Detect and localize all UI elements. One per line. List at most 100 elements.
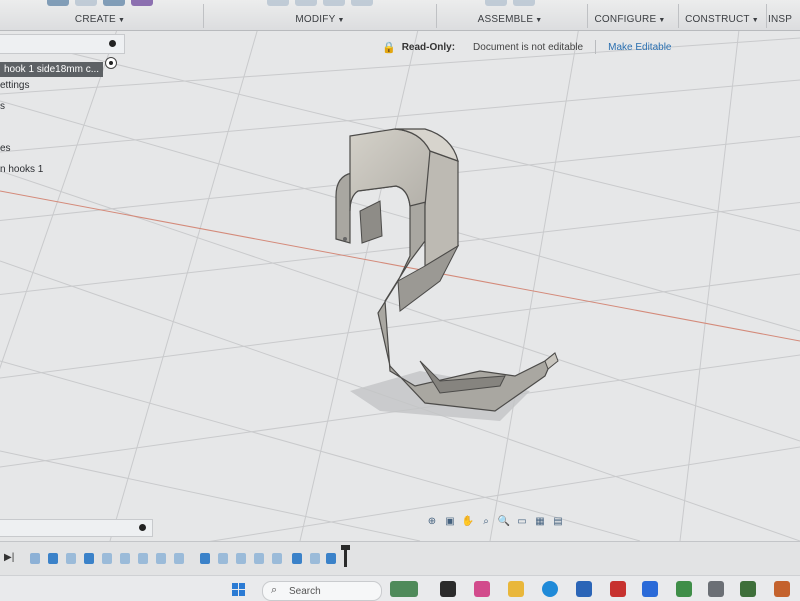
timeline-feature[interactable] <box>138 553 148 564</box>
browser-item-bodies[interactable]: es <box>0 138 130 159</box>
browser-header[interactable] <box>0 34 125 54</box>
timeline-feature[interactable] <box>272 553 282 564</box>
look-at-icon[interactable]: ▣ <box>443 516 457 528</box>
create-tools <box>35 0 165 6</box>
modify-menu[interactable]: MODIFY ▼ <box>210 14 430 25</box>
timeline-feature[interactable] <box>156 553 166 564</box>
play-icon[interactable]: ▶| <box>4 552 14 563</box>
timeline-feature[interactable] <box>84 553 94 564</box>
fusion-icon[interactable] <box>740 581 756 597</box>
navigation-bar: ⊕ ▣ ✋ ⌕ 🔍 ▭ ▦ ▤ <box>425 514 565 530</box>
divider <box>678 4 679 28</box>
app-icon[interactable] <box>676 581 692 597</box>
chevron-down-icon: ▼ <box>337 17 345 24</box>
origin-point <box>343 237 347 241</box>
divider <box>436 4 437 28</box>
x-axis-line <box>0 190 800 342</box>
grid-settings-icon[interactable]: ▦ <box>533 516 547 528</box>
form-tool-icon[interactable] <box>131 0 153 6</box>
browser-item-settings[interactable]: ettings <box>0 75 130 96</box>
shell-icon[interactable] <box>351 0 373 6</box>
new-component-icon[interactable] <box>513 0 535 6</box>
zoom-window-icon[interactable]: 🔍 <box>497 516 511 528</box>
timeline-feature[interactable] <box>200 553 210 564</box>
zoom-icon[interactable]: ⌕ <box>479 516 493 528</box>
make-editable-link[interactable]: Make Editable <box>608 42 671 53</box>
revolve-tool-icon[interactable] <box>103 0 125 6</box>
read-only-title: Read-Only: <box>401 41 456 53</box>
divider <box>203 4 204 28</box>
file-explorer-icon[interactable] <box>508 581 524 597</box>
chamfer-icon[interactable] <box>323 0 345 6</box>
divider <box>595 40 597 54</box>
chevron-down-icon: ▼ <box>117 17 126 24</box>
browser-item-document[interactable]: hook 1 side18mm c... <box>0 54 130 77</box>
configure-menu[interactable]: CONFIGURE ▼ <box>590 14 670 25</box>
widgets-icon[interactable] <box>390 581 418 597</box>
press-pull-icon[interactable] <box>267 0 289 6</box>
timeline-feature[interactable] <box>30 553 40 564</box>
timeline-feature[interactable] <box>326 553 336 564</box>
lock-icon: 🔒 <box>382 41 396 54</box>
browser-panel: hook 1 side18mm c... ettings s es n hook… <box>0 34 130 180</box>
toolbar: CREATE ▼ MODIFY ▼ ASSEMBLE ▼ CONFIGURE ▼ CON… <box>0 0 800 31</box>
timeline-feature[interactable] <box>292 553 302 564</box>
viewports-icon[interactable]: ▤ <box>551 516 565 528</box>
hook-model[interactable] <box>335 128 559 412</box>
configure-group[interactable]: CONFIGURE ▼ <box>590 0 670 30</box>
active-radio[interactable] <box>105 57 117 69</box>
construct-menu[interactable]: CONSTRUCT ▼ <box>682 14 762 25</box>
read-only-message: Document is not editable <box>473 41 584 53</box>
display-settings-icon[interactable]: ▭ <box>515 516 529 528</box>
assemble-group[interactable]: ASSEMBLE ▼ <box>440 0 580 30</box>
timeline-feature[interactable] <box>254 553 264 564</box>
windows-start-icon[interactable] <box>232 583 246 597</box>
timeline-marker[interactable] <box>341 545 350 567</box>
divider <box>766 4 767 28</box>
modify-group[interactable]: MODIFY ▼ <box>210 0 430 30</box>
timeline-feature[interactable] <box>102 553 112 564</box>
taskbar: ⌕ Search <box>0 575 800 601</box>
timeline-feature[interactable] <box>66 553 76 564</box>
inspect-menu[interactable]: INSP <box>768 14 800 25</box>
dropbox-icon[interactable] <box>642 581 658 597</box>
comments-panel[interactable] <box>0 519 153 537</box>
store-icon[interactable] <box>576 581 592 597</box>
browser-item-views[interactable]: s <box>0 96 130 117</box>
sketch-tool-icon[interactable] <box>47 0 69 6</box>
pan-icon[interactable]: ✋ <box>461 516 475 528</box>
browser-item-origin[interactable] <box>0 117 130 138</box>
taskbar-search[interactable]: ⌕ Search <box>262 581 382 601</box>
inspect-group[interactable]: INSP <box>768 0 800 30</box>
create-group[interactable]: CREATE ▼ <box>35 0 165 30</box>
orbit-icon[interactable]: ⊕ <box>425 516 439 528</box>
panel-options-icon[interactable] <box>109 40 116 47</box>
app-icon[interactable] <box>774 581 790 597</box>
fillet-icon[interactable] <box>295 0 317 6</box>
timeline-feature[interactable] <box>310 553 320 564</box>
search-icon: ⌕ <box>271 584 278 596</box>
timeline-feature[interactable] <box>120 553 130 564</box>
timeline-feature[interactable] <box>48 553 58 564</box>
app-icon[interactable] <box>708 581 724 597</box>
timeline: ▶| <box>0 541 800 576</box>
timeline-feature[interactable] <box>174 553 184 564</box>
extrude-tool-icon[interactable] <box>75 0 97 6</box>
chevron-down-icon: ▼ <box>535 17 543 24</box>
task-view-icon[interactable] <box>440 581 456 597</box>
timeline-feature[interactable] <box>236 553 246 564</box>
joint-icon[interactable] <box>485 0 507 6</box>
timeline-feature[interactable] <box>218 553 228 564</box>
copilot-icon[interactable] <box>474 581 490 597</box>
browser-item-component[interactable]: n hooks 1 <box>0 159 130 180</box>
edge-icon[interactable] <box>542 581 558 597</box>
assemble-menu[interactable]: ASSEMBLE ▼ <box>440 14 580 25</box>
canvas-viewport[interactable]: 🔒 Read-Only: Document is not editable Ma… <box>0 31 800 541</box>
chevron-down-icon: ▼ <box>658 17 666 24</box>
divider <box>587 4 588 28</box>
mcafee-icon[interactable] <box>610 581 626 597</box>
panel-options-icon[interactable] <box>139 524 146 531</box>
construct-group[interactable]: CONSTRUCT ▼ <box>682 0 762 30</box>
search-label: Search <box>289 586 321 597</box>
create-menu[interactable]: CREATE ▼ <box>35 14 165 25</box>
